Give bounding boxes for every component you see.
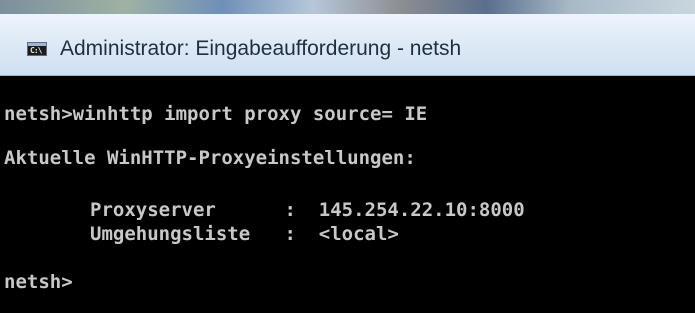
console-output[interactable]: netsh>winhttp import proxy source= IE Ak… [0, 76, 695, 313]
console-line-proxyserver: Proxyserver : 145.254.22.10:8000 [90, 199, 525, 221]
title-bar[interactable]: C:\ Administrator: Eingabeaufforderung -… [0, 14, 695, 76]
console-line-command: netsh>winhttp import proxy source= IE [4, 103, 428, 125]
desktop-background-strip [0, 0, 695, 14]
console-line-bypass-list: Umgehungsliste : <local> [90, 223, 399, 245]
window-title: Administrator: Eingabeaufforderung - net… [60, 37, 462, 60]
console-icon[interactable]: C:\ [27, 42, 47, 56]
console-line-heading: Aktuelle WinHTTP-Proxyeinstellungen: [4, 147, 416, 169]
console-icon-glyph: C:\ [30, 46, 42, 55]
console-window: C:\ Administrator: Eingabeaufforderung -… [0, 0, 695, 313]
console-line-prompt[interactable]: netsh> [4, 270, 73, 294]
